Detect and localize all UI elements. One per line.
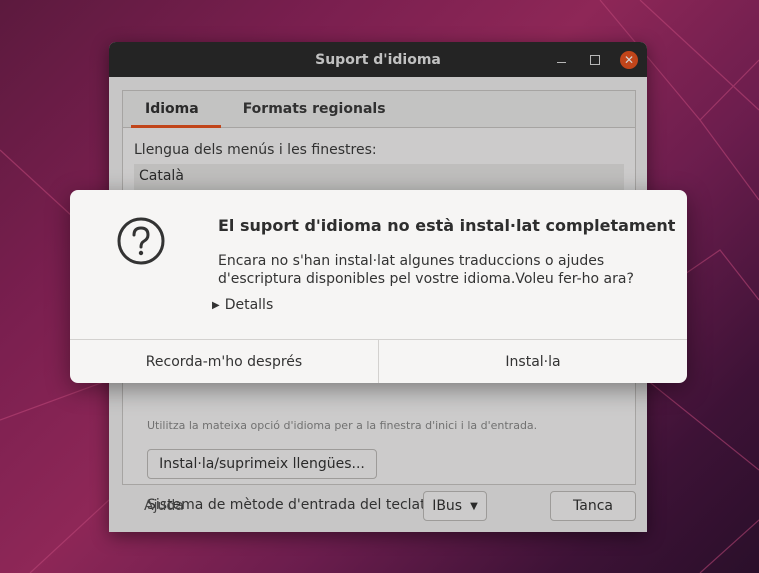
dialog-title: El suport d'idioma no està instal·lat co… xyxy=(218,216,676,235)
expander-triangle-icon: ▶ xyxy=(212,299,220,311)
incomplete-language-support-dialog: El suport d'idioma no està instal·lat co… xyxy=(70,190,687,383)
install-button[interactable]: Instal·la xyxy=(378,340,687,383)
dialog-button-row: Recorda-m'ho després Instal·la xyxy=(70,339,687,383)
dialog-message-line-2: d'escriptura disponibles pel vostre idio… xyxy=(218,271,634,287)
details-expander[interactable]: ▶ Detalls xyxy=(212,297,273,313)
dialog-message-line-1: Encara no s'han instal·lat algunes tradu… xyxy=(218,253,605,269)
details-label: Detalls xyxy=(224,297,274,313)
question-icon xyxy=(117,217,165,265)
dialog-message: Encara no s'han instal·lat algunes tradu… xyxy=(218,252,658,288)
remind-later-button[interactable]: Recorda-m'ho després xyxy=(70,340,378,383)
